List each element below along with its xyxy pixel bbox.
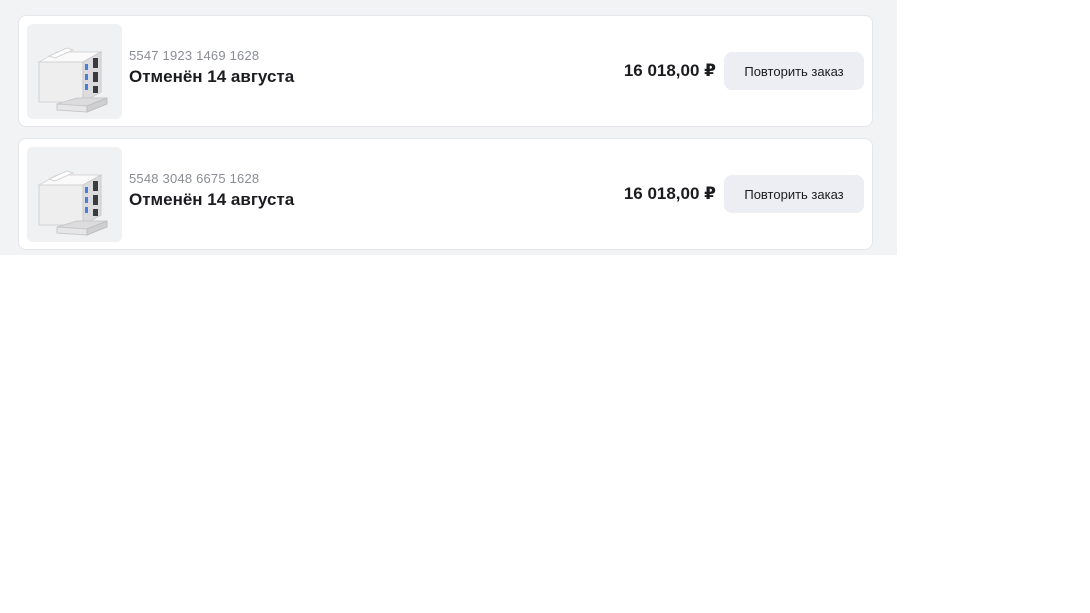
orders-panel: 5547 1923 1469 1628 Отменён 14 августа 1…: [0, 0, 897, 255]
order-price: 16 018,00 ₽: [623, 61, 716, 80]
repeat-order-button[interactable]: Повторить заказ: [724, 175, 864, 213]
order-status: Отменён 14 августа: [129, 67, 295, 86]
order-card[interactable]: 5547 1923 1469 1628 Отменён 14 августа 1…: [18, 15, 873, 127]
product-image[interactable]: [27, 147, 122, 242]
order-card[interactable]: 5548 3048 6675 1628 Отменён 14 августа 1…: [18, 138, 873, 250]
mini-pc-image-icon: [27, 24, 122, 119]
product-image[interactable]: [27, 24, 122, 119]
order-price: 16 018,00 ₽: [623, 184, 716, 203]
order-status: Отменён 14 августа: [129, 190, 295, 209]
mini-pc-image-icon: [27, 147, 122, 242]
order-info: 5547 1923 1469 1628 Отменён 14 августа: [129, 48, 294, 87]
orders-list: 5547 1923 1469 1628 Отменён 14 августа 1…: [18, 15, 873, 261]
order-number: 5548 3048 6675 1628: [129, 171, 260, 186]
order-info: 5548 3048 6675 1628 Отменён 14 августа: [129, 171, 294, 210]
repeat-order-button[interactable]: Повторить заказ: [724, 52, 864, 90]
order-number: 5547 1923 1469 1628: [129, 48, 260, 63]
